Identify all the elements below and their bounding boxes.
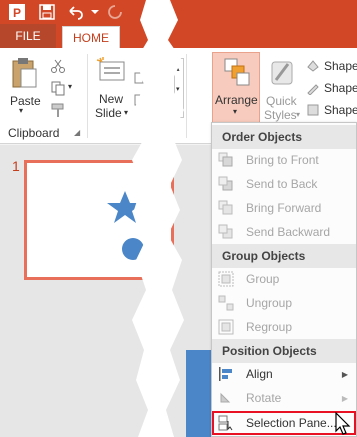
bring-to-front-icon — [218, 152, 233, 167]
clipboard-group-label: Clipboard — [8, 126, 60, 140]
quick-styles-label-2: Styles — [264, 108, 297, 122]
menu-item-label: Align — [246, 367, 273, 381]
shape-outline-label: Shape — [324, 81, 357, 95]
menu-item-label: Selection Pane... — [246, 416, 337, 430]
svg-text:P: P — [13, 6, 21, 20]
submenu-arrow-icon: ▶ — [341, 369, 348, 379]
copy-dropdown-icon[interactable]: ▾ — [68, 82, 72, 91]
group-divider — [87, 54, 88, 138]
submenu-arrow-icon: ▶ — [341, 393, 348, 403]
arrange-button[interactable]: Arrange ▾ — [212, 52, 260, 124]
menu-item-label: Send Backward — [246, 225, 331, 239]
paste-dropdown-icon: ▾ — [19, 106, 24, 115]
paste-button[interactable]: Paste ▾ — [4, 54, 44, 115]
align-icon — [219, 367, 232, 381]
menu-item-rotate[interactable]: Rotate ▶ — [212, 386, 356, 410]
menu-item-label: Ungroup — [246, 296, 293, 310]
menu-item-group[interactable]: Group — [212, 267, 356, 291]
cut-icon[interactable] — [50, 58, 66, 74]
shape-outline-button[interactable]: Shape — [306, 80, 357, 96]
tab-file[interactable]: FILE — [0, 24, 56, 48]
paste-label: Paste — [10, 94, 41, 108]
menu-item-regroup[interactable]: Regroup — [212, 315, 356, 339]
menu-item-align[interactable]: Align ▶ — [212, 362, 356, 386]
menu-item-bring-to-front[interactable]: Bring to Front — [212, 148, 356, 172]
arrange-dropdown-icon: ▾ — [233, 107, 238, 116]
menu-item-label: Group — [246, 272, 280, 286]
copy-icon[interactable] — [50, 80, 66, 96]
rotate-icon — [220, 392, 231, 403]
shape-outline-icon — [307, 84, 319, 95]
mouse-cursor-icon — [335, 412, 351, 435]
tab-home[interactable]: HOME — [62, 26, 120, 48]
menu-item-send-backward[interactable]: Send Backward — [212, 220, 356, 244]
menu-item-label: Rotate — [246, 391, 282, 405]
shape-effects-button[interactable]: Shape — [306, 102, 357, 118]
shape-effects-label: Shape — [324, 103, 357, 117]
clipboard-paste-icon — [12, 58, 37, 88]
menu-header-position: Position Objects — [212, 339, 356, 363]
regroup-icon — [218, 319, 234, 335]
arrange-label: Arrange — [215, 93, 258, 107]
menu-item-label: Regroup — [246, 320, 293, 334]
new-slide-label-1: New — [99, 92, 124, 106]
undo-dropdown-icon[interactable] — [86, 3, 104, 21]
send-to-back-icon — [218, 176, 233, 191]
quick-styles-label-1: Quick — [266, 94, 297, 108]
menu-item-label: Bring to Front — [246, 153, 319, 167]
redo-icon[interactable] — [106, 3, 124, 21]
menu-header-order: Order Objects — [212, 125, 356, 149]
menu-header-group: Group Objects — [212, 244, 356, 268]
torn-edge — [132, 0, 184, 437]
dialog-launcher-icon[interactable]: ◢ — [74, 128, 80, 137]
shape-fill-icon — [307, 60, 319, 72]
menu-item-label: Send to Back — [246, 177, 318, 191]
selection-pane-icon — [218, 415, 233, 431]
ungroup-icon — [218, 295, 234, 311]
shape-effects-icon — [307, 104, 319, 116]
format-painter-icon[interactable] — [50, 102, 66, 118]
quick-styles-dropdown-icon: ▾ — [296, 110, 301, 119]
group-divider — [186, 54, 187, 138]
new-slide-label-2: Slide — [95, 106, 122, 120]
undo-icon[interactable] — [66, 3, 84, 21]
group-icon — [218, 271, 234, 287]
new-slide-button[interactable]: New Slide ▾ — [92, 54, 130, 124]
quick-styles-button[interactable]: Quick Styles ▾ — [262, 54, 302, 124]
menu-item-bring-forward[interactable]: Bring Forward — [212, 196, 356, 220]
send-backward-icon — [218, 224, 233, 239]
quick-styles-icon — [271, 61, 293, 85]
new-slide-icon — [96, 57, 125, 81]
save-icon[interactable] — [38, 3, 56, 21]
arrange-icon — [224, 58, 250, 86]
menu-item-send-to-back[interactable]: Send to Back — [212, 172, 356, 196]
powerpoint-logo-icon: P — [9, 4, 25, 20]
shape-fill-label: Shape — [324, 59, 357, 73]
slide-number: 1 — [12, 158, 20, 174]
bring-forward-icon — [218, 200, 233, 215]
menu-item-ungroup[interactable]: Ungroup — [212, 291, 356, 315]
arrange-menu: Order Objects Bring to Front Send to Bac… — [211, 122, 357, 437]
shape-fill-button[interactable]: Shape — [306, 58, 357, 74]
menu-item-label: Bring Forward — [246, 201, 322, 215]
